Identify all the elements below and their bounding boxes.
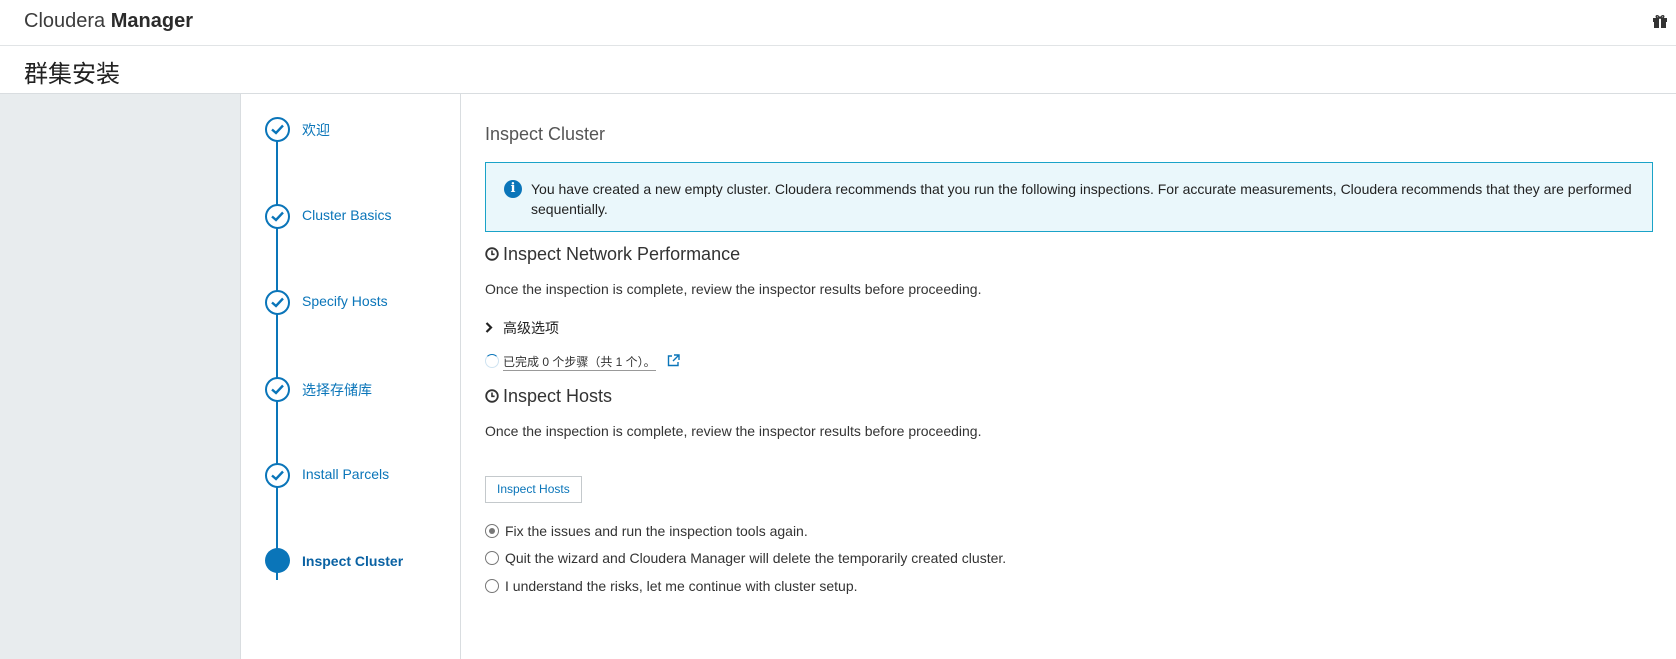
advanced-options-toggle[interactable]: 高级选项 — [485, 318, 559, 338]
clock-icon — [485, 245, 499, 261]
page-title: 群集安装 — [24, 61, 120, 88]
chevron-right-icon — [485, 320, 495, 336]
check-icon — [265, 377, 290, 402]
section-title: Inspect Cluster — [485, 124, 606, 144]
radio-indicator[interactable] — [485, 551, 499, 565]
advanced-options-label: 高级选项 — [503, 320, 559, 336]
step-inspect-cluster[interactable]: Inspect Cluster — [265, 548, 455, 573]
check-icon — [265, 117, 290, 142]
info-icon: i — [504, 180, 522, 198]
gift-icon[interactable] — [1652, 13, 1668, 29]
radio-label: Quit the wizard and Cloudera Manager wil… — [505, 550, 1007, 566]
active-step-icon — [265, 548, 290, 573]
hosts-heading-text: Inspect Hosts — [503, 386, 613, 406]
check-icon — [265, 463, 290, 488]
page-header: 群集安装 — [0, 46, 1676, 94]
check-icon — [265, 204, 290, 229]
radio-fix-issues[interactable]: Fix the issues and run the inspection to… — [485, 523, 808, 539]
brand-name-bold: Manager — [110, 10, 193, 32]
step-label: 欢迎 — [302, 122, 330, 138]
wizard-steps: 欢迎 Cluster Basics Specify Hosts 选择存储库 In… — [241, 94, 461, 659]
top-navbar: Cloudera Manager — [0, 0, 1676, 46]
step-label: 选择存储库 — [302, 382, 372, 398]
alert-text: You have created a new empty cluster. Cl… — [531, 181, 1632, 217]
step-welcome[interactable]: 欢迎 — [265, 117, 455, 142]
clock-icon — [485, 387, 499, 403]
step-label: Install Parcels — [302, 466, 390, 482]
radio-continue-setup[interactable]: I understand the risks, let me continue … — [485, 578, 858, 594]
external-link-icon[interactable] — [667, 354, 680, 370]
network-description: Once the inspection is complete, review … — [485, 281, 982, 297]
step-install-parcels[interactable]: Install Parcels — [265, 463, 455, 488]
radio-quit-wizard[interactable]: Quit the wizard and Cloudera Manager wil… — [485, 550, 1006, 566]
step-connector-line — [276, 130, 278, 580]
network-heading: Inspect Network Performance — [485, 244, 740, 265]
radio-indicator[interactable] — [485, 524, 499, 538]
inspect-hosts-button[interactable]: Inspect Hosts — [485, 476, 582, 503]
step-specify-hosts[interactable]: Specify Hosts — [265, 290, 455, 315]
spinner-icon — [485, 354, 499, 368]
network-progress: 已完成 0 个步骤（共 1 个）。 — [485, 353, 680, 371]
radio-indicator[interactable] — [485, 579, 499, 593]
step-cluster-basics[interactable]: Cluster Basics — [265, 204, 455, 229]
radio-label: Fix the issues and run the inspection to… — [505, 523, 808, 539]
main-content: Inspect Cluster i You have created a new… — [485, 94, 1655, 659]
left-panel — [0, 94, 241, 659]
step-label: Specify Hosts — [302, 293, 388, 309]
info-alert: i You have created a new empty cluster. … — [485, 162, 1653, 232]
brand-logo[interactable]: Cloudera Manager — [24, 10, 193, 33]
brand-name-light: Cloudera — [24, 10, 106, 32]
step-label: Cluster Basics — [302, 207, 392, 223]
step-label: Inspect Cluster — [302, 553, 404, 569]
hosts-description: Once the inspection is complete, review … — [485, 423, 982, 439]
radio-label: I understand the risks, let me continue … — [505, 578, 858, 594]
progress-text: 已完成 0 个步骤（共 1 个）。 — [503, 355, 656, 371]
check-icon — [265, 290, 290, 315]
step-select-repository[interactable]: 选择存储库 — [265, 377, 455, 402]
network-heading-text: Inspect Network Performance — [503, 244, 741, 264]
hosts-heading: Inspect Hosts — [485, 386, 612, 407]
